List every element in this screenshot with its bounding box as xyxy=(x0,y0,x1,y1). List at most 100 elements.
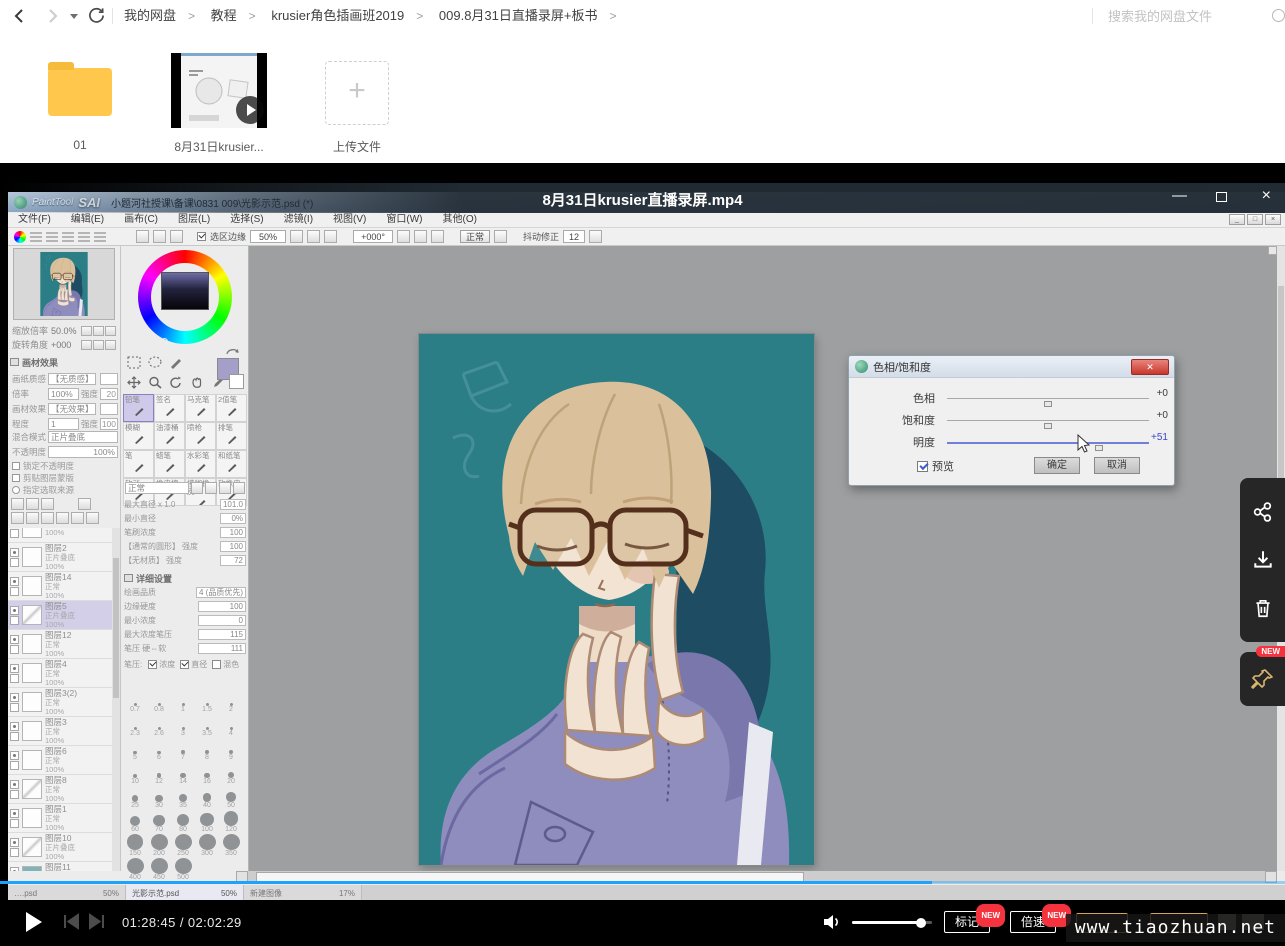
sai-menu-item: 视图(V) xyxy=(323,212,376,227)
layer-row: 图层3(2) 正常 100% xyxy=(8,688,112,717)
minimize-icon[interactable]: — xyxy=(1172,187,1187,204)
brush-cell: 2值笔 xyxy=(216,394,247,422)
brush-pen-icon xyxy=(164,406,176,416)
rotate-cw-button xyxy=(414,230,427,243)
tool-row-2 xyxy=(125,374,226,390)
size-dot-icon xyxy=(223,834,240,850)
layer-thumbnail xyxy=(22,837,42,857)
upload-button[interactable]: + xyxy=(325,61,389,125)
color-square xyxy=(161,272,209,310)
brush-pen-icon xyxy=(133,462,145,472)
next-icon[interactable] xyxy=(88,913,106,930)
layer-thumbnail xyxy=(22,808,42,828)
secondary-color-swatch xyxy=(229,374,244,389)
maximize-icon[interactable] xyxy=(1216,192,1227,202)
share-button[interactable] xyxy=(1252,501,1274,523)
brush-size-cell: 450 xyxy=(147,858,171,882)
breadcrumb-separator: > xyxy=(609,9,616,23)
sai-left-panel: 缩放倍率 50.0% 旋转角度 +000 画材效果 xyxy=(8,246,120,871)
layer-visibility-icon xyxy=(10,664,19,683)
stabilizer-value: 12 xyxy=(563,230,585,243)
slider-handle xyxy=(1044,401,1052,407)
nav-rotate-button xyxy=(93,340,104,350)
video-file-item[interactable] xyxy=(171,53,267,128)
layer-visibility-icon xyxy=(10,548,19,567)
view-normal-button: 正常 xyxy=(460,230,490,243)
brush-pen-icon xyxy=(195,406,207,416)
forward-icon[interactable] xyxy=(44,8,60,24)
breadcrumb-item[interactable]: 我的网盘 xyxy=(124,8,176,23)
layer-visibility-icon xyxy=(10,577,19,596)
preview-label: 预览 xyxy=(932,458,954,474)
baidu-netdisk-window: 我的网盘> 教程> krusier角色插画班2019> 009.8月31日直播录… xyxy=(0,0,1285,946)
rotate-reset-button xyxy=(431,230,444,243)
folder-item[interactable] xyxy=(48,68,112,116)
seek-bar[interactable] xyxy=(0,881,1285,884)
brush-pen-icon xyxy=(133,406,145,416)
brush-cell: 水彩笔 xyxy=(185,450,216,478)
play-overlay-icon xyxy=(236,96,264,124)
brush-size-cell: 5 xyxy=(123,738,147,762)
time-display: 01:28:45 / 02:02:29 xyxy=(122,915,242,930)
volume-icon[interactable] xyxy=(822,912,842,932)
breadcrumb-separator: > xyxy=(416,9,423,23)
layer-opacity-value: 100% xyxy=(48,446,118,458)
search-icon[interactable] xyxy=(1272,9,1285,22)
brush-blend-row: 正常 xyxy=(125,482,245,494)
breadcrumb-item[interactable]: 009.8月31日直播录屏+板书 xyxy=(439,8,598,23)
pressure-row: 笔压: 浓度 直径 xyxy=(124,658,246,670)
brush-cell: 排笔 xyxy=(216,422,247,450)
rect-select-icon xyxy=(125,354,142,370)
back-icon[interactable] xyxy=(12,8,28,24)
layer-thumbnail xyxy=(22,750,42,770)
pin-button[interactable] xyxy=(1251,667,1275,691)
history-dropdown-icon[interactable] xyxy=(70,14,78,19)
pressure-label: 笔压: xyxy=(124,659,142,670)
play-icon[interactable] xyxy=(26,912,42,932)
hue-saturation-dialog: 色相/饱和度 ✕ 色相 +0 饱和度 xyxy=(848,355,1175,486)
navigator-preview xyxy=(13,248,115,320)
merge-visible-icon xyxy=(56,512,69,524)
panel-toggle-icon xyxy=(30,232,42,242)
quickbar-button xyxy=(170,230,183,243)
dialog-close-icon: ✕ xyxy=(1131,359,1169,375)
color-wheel-toggle-icon xyxy=(14,231,26,243)
layer-list: 正片叠底 100% 图层2 正片叠底 xyxy=(8,528,112,871)
layer-toolbar-row1 xyxy=(11,498,91,510)
layer-row: 图层14 正常 100% xyxy=(8,572,112,601)
nav-rotate-button xyxy=(81,340,92,350)
brush-setting-row: 【无材质】 强度 72 xyxy=(124,554,246,566)
mark-button[interactable]: 标记 NEW xyxy=(944,911,990,933)
slider-track xyxy=(947,442,1149,444)
dialog-slider-row: 饱和度 +0 xyxy=(849,408,1174,430)
pressure-option: 直径 xyxy=(180,659,207,670)
breadcrumb-item[interactable]: krusier角色插画班2019 xyxy=(271,8,404,23)
delete-button[interactable] xyxy=(1252,597,1274,619)
layer-thumbnail xyxy=(22,663,42,683)
video-player[interactable]: PaintTool SAI 小题河社授课\备课\0831 009\光影示范.ps… xyxy=(0,163,1285,946)
option-checkbox xyxy=(12,462,20,470)
refresh-icon[interactable] xyxy=(88,7,105,24)
speed-button[interactable]: 倍速 NEW xyxy=(1010,911,1056,933)
new-layer-icon xyxy=(11,498,24,510)
folder-label: 01 xyxy=(44,138,116,152)
download-button[interactable] xyxy=(1252,549,1274,571)
sai-menu-item: 选择(S) xyxy=(220,212,273,227)
volume-slider[interactable] xyxy=(852,921,932,924)
brush-pen-icon xyxy=(164,462,176,472)
brush-opt-button xyxy=(233,482,245,494)
previous-icon[interactable] xyxy=(62,913,80,930)
material-effects-header: 画材效果 xyxy=(10,356,118,368)
close-icon[interactable]: × xyxy=(1262,187,1271,205)
layer-thumbnail xyxy=(22,721,42,741)
brush-cell: 模糊 xyxy=(123,422,154,450)
transfer-icon xyxy=(71,512,84,524)
layer-row: 图层12 正常 100% xyxy=(8,630,112,659)
brush-size-cell: 2.3 xyxy=(123,714,147,738)
sai-menu-item: 画布(C) xyxy=(114,212,168,227)
slider-track xyxy=(947,398,1149,399)
material-row: 程度 1 强度 100 xyxy=(12,417,118,430)
blend-mode-label: 混合模式 xyxy=(12,431,46,443)
breadcrumb-item[interactable]: 教程 xyxy=(211,8,237,23)
search-input[interactable] xyxy=(1108,4,1258,28)
